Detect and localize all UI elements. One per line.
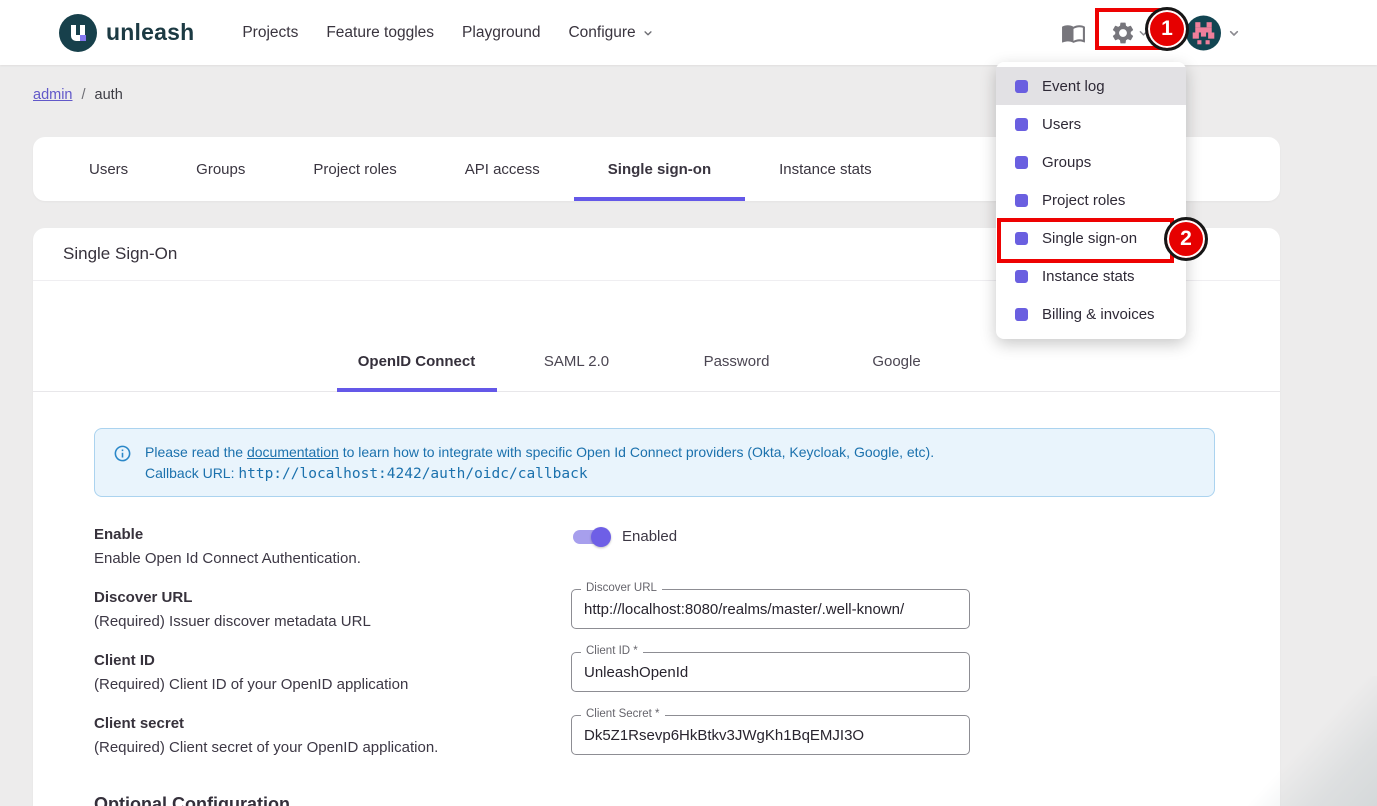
annotation-badge-1: 1 [1145,7,1189,51]
menu-item-single-sign-on[interactable]: Single sign-on [996,219,1186,257]
nav-feature-toggles[interactable]: Feature toggles [312,14,448,52]
discover-url-field-label: Discover URL [581,582,662,594]
menu-item-groups[interactable]: Groups [996,143,1186,181]
menu-bullet-icon [1015,156,1028,169]
annotation-badge-2: 2 [1164,217,1208,261]
client-secret-field-wrap: Client Secret * [571,715,970,755]
toggle-thumb[interactable] [591,527,611,547]
client-id-row: Client ID (Required) Client ID of your O… [94,652,1215,693]
chevron-down-icon [641,26,655,40]
client-id-description: (Required) Client ID of your OpenID appl… [94,676,571,693]
profile-chevron-down-icon[interactable] [1226,25,1242,41]
client-secret-input[interactable] [572,716,969,754]
sso-provider-tabs: OpenID Connect SAML 2.0 Password Google [33,332,1280,392]
discover-url-title: Discover URL [94,589,571,606]
client-secret-field-label: Client Secret * [581,708,665,720]
nav-playground[interactable]: Playground [448,14,554,52]
menu-item-instance-stats[interactable]: Instance stats [996,257,1186,295]
avatar[interactable] [1186,15,1221,50]
enable-toggle[interactable] [573,530,607,544]
info-icon [113,444,132,463]
client-id-field-wrap: Client ID * [571,652,970,692]
enable-row: Enable Enable Open Id Connect Authentica… [94,526,1215,567]
nav-projects[interactable]: Projects [228,14,312,52]
enable-description: Enable Open Id Connect Authentication. [94,550,571,567]
menu-bullet-icon [1015,270,1028,283]
enable-title: Enable [94,526,571,543]
brand-name: unleash [106,19,194,46]
client-secret-description: (Required) Client secret of your OpenID … [94,739,571,756]
optional-configuration-heading: Optional Configuration [94,794,1215,806]
page-title: Single Sign-On [63,244,177,264]
tab-api-access[interactable]: API access [431,137,574,201]
discover-url-description: (Required) Issuer discover metadata URL [94,613,571,630]
tab-users[interactable]: Users [55,137,162,201]
documentation-link[interactable]: documentation [247,444,339,460]
menu-bullet-icon [1015,308,1028,321]
settings-gear-icon[interactable] [1110,20,1136,46]
callback-url: http://localhost:4242/auth/oidc/callback [238,466,587,482]
menu-item-project-roles[interactable]: Project roles [996,181,1186,219]
callback-label: Callback URL: [145,465,234,481]
menu-bullet-icon [1015,80,1028,93]
menu-bullet-icon [1015,194,1028,207]
settings-dropdown-menu: Event log Users Groups Project roles Sin… [996,62,1186,339]
tab-groups[interactable]: Groups [162,137,279,201]
breadcrumb-admin-link[interactable]: admin [33,87,73,103]
nav-links: Projects Feature toggles Playground Conf… [228,14,668,52]
subtab-password[interactable]: Password [657,332,817,391]
toggle-label: Enabled [622,528,677,545]
client-id-input[interactable] [572,653,969,691]
tab-single-sign-on[interactable]: Single sign-on [574,137,745,201]
alert-text: Please read the documentation to learn h… [145,442,934,484]
info-alert: Please read the documentation to learn h… [94,428,1215,497]
tab-project-roles[interactable]: Project roles [279,137,430,201]
menu-item-event-log[interactable]: Event log [996,67,1186,105]
subtab-google[interactable]: Google [817,332,977,391]
client-id-title: Client ID [94,652,571,669]
menu-bullet-icon [1015,232,1028,245]
client-secret-row: Client secret (Required) Client secret o… [94,715,1215,756]
unleash-logo[interactable]: unleash [59,14,194,52]
tab-instance-stats[interactable]: Instance stats [745,137,906,201]
client-secret-title: Client secret [94,715,571,732]
menu-item-billing-invoices[interactable]: Billing & invoices [996,295,1186,333]
menu-item-users[interactable]: Users [996,105,1186,143]
breadcrumb-current: auth [95,87,123,103]
menu-bullet-icon [1015,118,1028,131]
breadcrumb-separator: / [82,87,86,103]
unleash-logo-icon [59,14,97,52]
nav-configure[interactable]: Configure [554,14,668,52]
sso-content: Please read the documentation to learn h… [33,428,1280,806]
subtab-openid-connect[interactable]: OpenID Connect [337,332,497,391]
subtab-saml[interactable]: SAML 2.0 [497,332,657,391]
discover-url-input[interactable] [572,590,969,628]
documentation-book-icon[interactable] [1061,20,1086,45]
discover-url-field-wrap: Discover URL [571,589,970,629]
breadcrumb: admin / auth [33,87,123,103]
discover-url-row: Discover URL (Required) Issuer discover … [94,589,1215,630]
client-id-field-label: Client ID * [581,645,643,657]
